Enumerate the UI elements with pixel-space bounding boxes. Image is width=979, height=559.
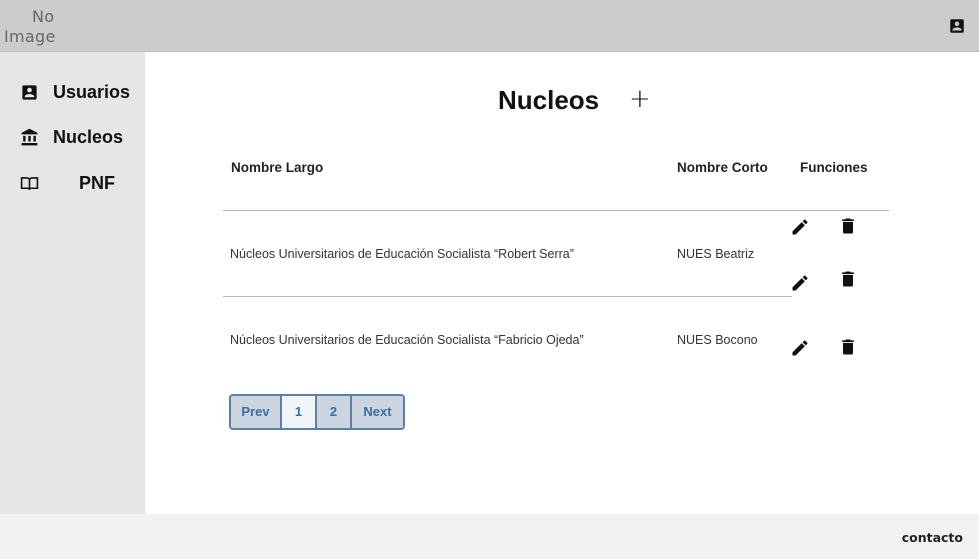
edit-button[interactable] (790, 273, 810, 293)
trash-icon (842, 339, 854, 355)
delete-button[interactable] (838, 269, 858, 289)
sidebar: Usuarios Nucleos PNF (0, 52, 145, 514)
edit-button[interactable] (790, 338, 810, 358)
table-cell-nombre-largo: Núcleos Universitarios de Educación Soci… (230, 333, 584, 347)
account-box-icon (22, 84, 37, 100)
pagination-next-button[interactable]: Next (352, 396, 403, 428)
pagination-page-2[interactable]: 2 (317, 396, 352, 428)
contact-link[interactable]: contacto (902, 530, 963, 545)
table-cell-nombre-corto: NUES Bocono (677, 333, 758, 347)
footer: contacto (0, 514, 979, 559)
pagination: Prev 1 2 Next (229, 394, 405, 430)
logo-placeholder: No Image (4, 7, 84, 47)
pagination-prev-button[interactable]: Prev (231, 396, 282, 428)
delete-button[interactable] (838, 337, 858, 357)
pencil-icon (792, 340, 808, 356)
profile-button[interactable] (948, 17, 966, 35)
account-box-icon (950, 19, 964, 33)
table-divider (223, 296, 792, 297)
edit-button[interactable] (790, 217, 810, 237)
logo-line-2: Image (4, 27, 56, 46)
trash-icon (842, 271, 854, 287)
column-header-funciones: Funciones (800, 160, 868, 175)
column-header-nombre-corto: Nombre Corto (677, 160, 768, 175)
sidebar-item-label: Usuarios (53, 81, 131, 102)
sidebar-item-usuarios[interactable]: Usuarios (20, 79, 130, 105)
trash-icon (842, 218, 854, 234)
delete-button[interactable] (838, 216, 858, 236)
pagination-page-1[interactable]: 1 (282, 396, 317, 428)
sidebar-item-pnf[interactable]: PNF (20, 170, 115, 196)
table-cell-nombre-largo: Núcleos Universitarios de Educación Soci… (230, 247, 574, 261)
main-content: Nucleos + Nombre Largo Nombre Corto Func… (145, 52, 979, 514)
book-open-icon (20, 176, 39, 190)
sidebar-item-label: PNF (79, 172, 115, 193)
bank-icon (21, 128, 38, 145)
pencil-icon (792, 275, 808, 291)
top-bar: No Image (0, 0, 979, 52)
page-title: Nucleos (498, 85, 600, 115)
pencil-icon (792, 219, 808, 235)
table-divider (223, 210, 889, 211)
sidebar-item-label: Nucleos (53, 126, 124, 147)
table-cell-nombre-corto: NUES Beatriz (677, 247, 755, 261)
sidebar-item-nucleos[interactable]: Nucleos (20, 124, 123, 150)
add-nucleo-button[interactable]: + (629, 86, 651, 114)
logo-line-1: No (32, 7, 55, 26)
column-header-nombre-largo: Nombre Largo (231, 160, 324, 175)
